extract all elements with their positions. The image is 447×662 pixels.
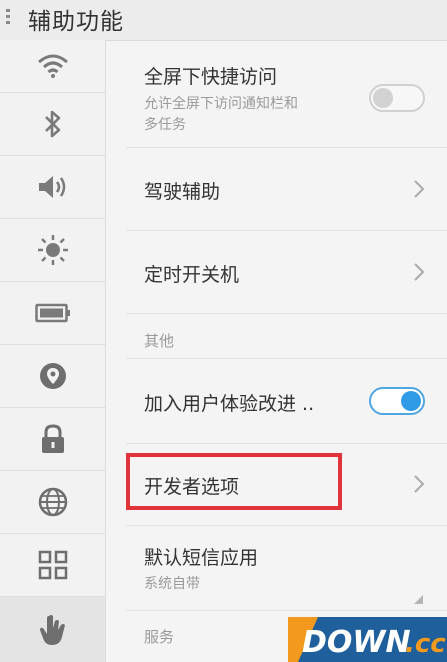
highlight-box — [126, 453, 342, 510]
sidebar-item-accessibility[interactable] — [0, 597, 105, 662]
bluetooth-icon — [44, 110, 60, 138]
section-header-services: 服务 — [144, 628, 175, 646]
scheduled-power-label: 定时开关机 — [144, 264, 240, 286]
user-experience-toggle[interactable] — [369, 387, 425, 415]
watermark-logo: DOWN .cc — [288, 617, 447, 662]
driving-assist-row[interactable]: 驾驶辅助 — [126, 148, 447, 231]
user-experience-row[interactable]: 加入用户体验改进 .. — [126, 358, 447, 444]
settings-sidebar — [0, 40, 106, 662]
sidebar-item-sound[interactable] — [0, 156, 105, 219]
default-sms-value: 系统自带 — [144, 576, 200, 592]
brightness-icon — [37, 235, 68, 265]
driving-assist-label: 驾驶辅助 — [144, 181, 221, 203]
sidebar-item-wifi[interactable] — [0, 40, 105, 93]
sidebar-item-display[interactable] — [0, 219, 105, 282]
menu-icon[interactable] — [6, 6, 14, 28]
chevron-right-icon — [414, 263, 425, 281]
sidebar-item-bluetooth[interactable] — [0, 93, 105, 156]
sidebar-item-security[interactable] — [0, 408, 105, 471]
fullscreen-access-toggle[interactable] — [369, 84, 425, 112]
default-sms-row[interactable]: 默认短信应用 系统自带 — [126, 526, 447, 611]
settings-list: 全屏下快捷访问 允许全屏下访问通知栏和 多任务 驾驶辅助 定时开关机 其他 加入… — [106, 40, 447, 662]
scheduled-power-row[interactable]: 定时开关机 — [126, 231, 447, 314]
apps-grid-icon — [38, 550, 67, 580]
svg-text:.cc: .cc — [405, 629, 446, 659]
fullscreen-access-label: 全屏下快捷访问 — [144, 66, 278, 88]
fullscreen-access-row[interactable]: 全屏下快捷访问 允许全屏下访问通知栏和 多任务 — [126, 40, 447, 148]
page-title: 辅助功能 — [28, 9, 124, 35]
svg-text:DOWN: DOWN — [302, 625, 411, 660]
location-icon — [39, 363, 66, 389]
sidebar-item-battery[interactable] — [0, 282, 105, 345]
section-header-other: 其他 — [144, 332, 175, 350]
app-header: 辅助功能 — [0, 0, 447, 41]
default-sms-label: 默认短信应用 — [144, 547, 259, 569]
sidebar-item-location[interactable] — [0, 345, 105, 408]
chevron-right-icon — [414, 475, 425, 493]
fullscreen-access-desc-1: 允许全屏下访问通知栏和 — [144, 96, 298, 112]
battery-icon — [34, 303, 70, 323]
sidebar-item-apps[interactable] — [0, 534, 105, 597]
globe-icon — [38, 487, 67, 517]
sidebar-item-language[interactable] — [0, 471, 105, 534]
hand-gesture-icon — [39, 614, 65, 645]
chevron-right-icon — [414, 180, 425, 198]
dropdown-indicator-icon — [414, 595, 423, 604]
wifi-icon — [37, 54, 68, 78]
user-experience-label: 加入用户体验改进 .. — [144, 393, 315, 415]
fullscreen-access-desc-2: 多任务 — [144, 117, 186, 133]
volume-icon — [38, 176, 65, 198]
lock-icon — [41, 424, 64, 453]
